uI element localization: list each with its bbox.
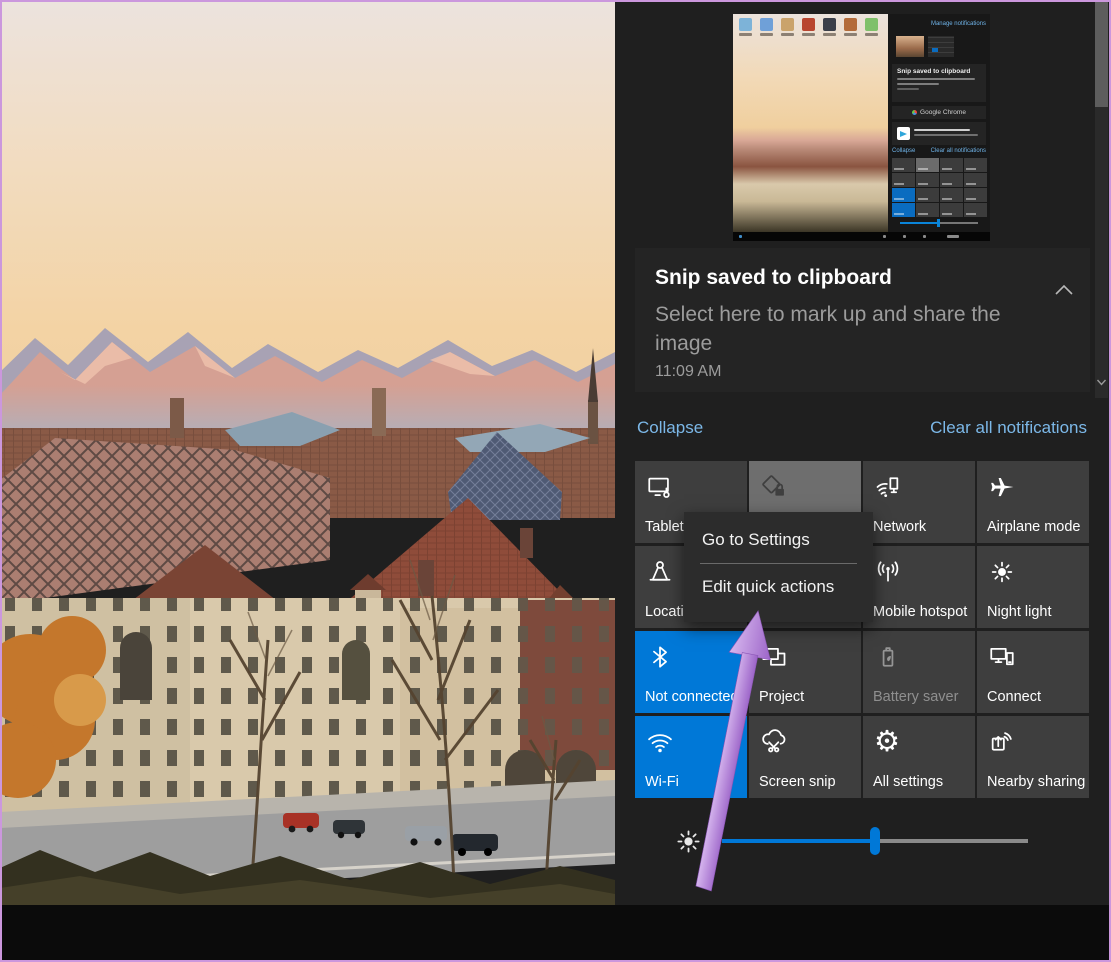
brightness-slider-fill — [722, 839, 875, 843]
hotspot-icon — [874, 558, 902, 586]
quick-action-battery-saver[interactable]: Battery saver — [863, 631, 975, 713]
mini-tile — [892, 188, 915, 202]
airplane-icon — [988, 473, 1016, 501]
desktop-screen: Manage notifications Snip saved to clipb… — [0, 0, 1111, 962]
mini-tile — [964, 173, 987, 187]
scroll-down-icon[interactable] — [1096, 378, 1107, 387]
quick-action-mobile-hotspot[interactable]: Mobile hotspot — [863, 546, 975, 628]
quick-action-label: Night light — [987, 604, 1051, 620]
mini-tile — [940, 173, 963, 187]
notification-body: Select here to mark up and share the ima… — [655, 300, 1011, 358]
collapse-link[interactable]: Collapse — [637, 418, 703, 438]
mini-tile — [940, 203, 963, 217]
quick-action-label: Wi-Fi — [645, 774, 679, 790]
mini-tile — [892, 158, 915, 172]
thumbnail-brightness-slider — [900, 222, 978, 224]
battery-icon — [874, 643, 902, 671]
mini-tile — [964, 203, 987, 217]
rotation-lock-icon — [760, 473, 788, 501]
quick-action-project[interactable]: Project — [749, 631, 861, 713]
quick-action-label: Airplane mode — [987, 519, 1081, 535]
nearby-icon — [988, 728, 1016, 756]
chevron-up-icon[interactable] — [1054, 284, 1074, 296]
quick-action-label: Network — [873, 519, 926, 535]
wallpaper-scene — [0, 0, 615, 905]
mini-tile — [916, 188, 939, 202]
quick-action-bluetooth[interactable]: Not connected — [635, 631, 747, 713]
thumbnail-mini-action-center: Manage notifications Snip saved to clipb… — [888, 14, 990, 232]
mini-desktop-icon — [781, 18, 794, 31]
quick-action-network[interactable]: Network — [863, 461, 975, 543]
thumbnail-snip-notification: Snip saved to clipboard — [892, 64, 986, 102]
thumbnail-quick-actions-grid — [892, 158, 987, 217]
snip-notification-card[interactable]: Snip saved to clipboard Select here to m… — [635, 248, 1090, 392]
snip-preview-thumbnail[interactable]: Manage notifications Snip saved to clipb… — [733, 14, 990, 241]
thumbnail-links-row: CollapseClear all notifications — [892, 148, 986, 154]
mini-desktop-icon — [823, 18, 836, 31]
mini-tile — [916, 173, 939, 187]
menu-divider — [700, 563, 857, 564]
quick-action-nearby-sharing[interactable]: Nearby sharing — [977, 716, 1089, 798]
settings-icon: ⚙ — [874, 728, 902, 756]
quick-action-connect[interactable]: Connect — [977, 631, 1089, 713]
quick-action-label: Not connected — [645, 689, 739, 705]
network-icon — [874, 473, 902, 501]
quick-action-airplane-mode[interactable]: Airplane mode — [977, 461, 1089, 543]
mini-tile — [916, 203, 939, 217]
mini-desktop-icon — [865, 18, 878, 31]
mini-tile — [916, 158, 939, 172]
brightness-slider-thumb[interactable] — [870, 827, 880, 855]
thumbnail-manage-notifications-label: Manage notifications — [931, 21, 986, 27]
thumbnail-mini-wallpaper — [733, 14, 888, 232]
snip-icon — [760, 728, 788, 756]
location-icon — [646, 558, 674, 586]
quick-action-label: Screen snip — [759, 774, 836, 790]
quick-action-screen-snip[interactable]: Screen snip — [749, 716, 861, 798]
quick-action-wifi[interactable]: Wi-Fi — [635, 716, 747, 798]
thumbnail-chrome-group: Google Chrome — [892, 106, 986, 119]
menu-item-go-to-settings[interactable]: Go to Settings — [684, 522, 873, 558]
mini-tile — [964, 158, 987, 172]
notification-title: Snip saved to clipboard — [655, 266, 892, 290]
notification-timestamp: 11:09 AM — [655, 363, 721, 381]
mini-desktop-icon — [739, 18, 752, 31]
mini-desktop-icon — [802, 18, 815, 31]
connect-icon — [988, 643, 1016, 671]
mini-tile — [892, 203, 915, 217]
action-center-panel: Manage notifications Snip saved to clipb… — [615, 0, 1111, 905]
quick-action-label: Connect — [987, 689, 1041, 705]
thumbnail-mini-screenshot-1 — [896, 36, 924, 57]
mini-desktop-icon — [844, 18, 857, 31]
quick-action-night-light[interactable]: Night light — [977, 546, 1089, 628]
project-icon — [760, 643, 788, 671]
night-icon — [988, 558, 1016, 586]
quick-action-label: Mobile hotspot — [873, 604, 967, 620]
quick-action-label: Project — [759, 689, 804, 705]
bluetooth-icon — [646, 643, 674, 671]
quick-action-label: All settings — [873, 774, 943, 790]
quick-action-all-settings[interactable]: ⚙ All settings — [863, 716, 975, 798]
thumbnail-mini-screenshot-2 — [928, 36, 954, 57]
tile-context-menu: Go to Settings Edit quick actions — [684, 512, 873, 622]
notifications-scrollbar[interactable] — [1095, 0, 1108, 398]
mini-tile — [940, 158, 963, 172]
telegram-icon — [897, 127, 910, 140]
mini-tile — [964, 188, 987, 202]
thumbnail-mini-taskbar — [733, 232, 990, 241]
quick-action-label: Nearby sharing — [987, 774, 1085, 790]
mini-tile — [940, 188, 963, 202]
thumbnail-desktop-icons — [739, 18, 878, 31]
mini-tile — [892, 173, 915, 187]
desktop-wallpaper — [0, 0, 615, 905]
quick-action-label: Battery saver — [873, 689, 958, 705]
brightness-sun-icon — [674, 827, 703, 856]
mini-desktop-icon — [760, 18, 773, 31]
thumbnail-telegram-notification — [892, 122, 986, 145]
clear-all-notifications-link[interactable]: Clear all notifications — [930, 418, 1087, 438]
menu-item-edit-quick-actions[interactable]: Edit quick actions — [684, 569, 873, 605]
scrollbar-thumb[interactable] — [1095, 0, 1108, 107]
taskbar: U:0.00 Mbit/s D:0.04 Mbit/s ?i ENG 11:1 — [0, 905, 1111, 962]
wifi-icon — [646, 728, 674, 756]
tablet-icon — [646, 473, 674, 501]
